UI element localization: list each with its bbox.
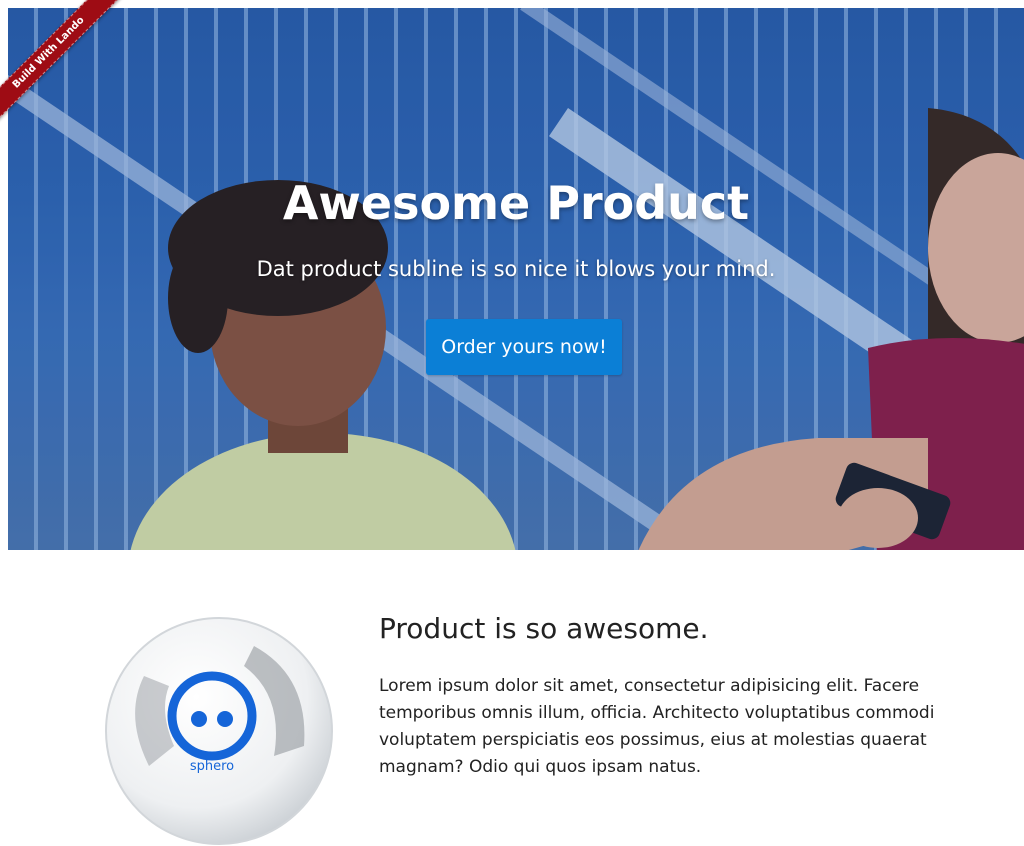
ribbon-label[interactable]: Build With Lando <box>0 0 124 128</box>
sphero-logo-text: sphero <box>190 759 234 774</box>
hero-subline: Dat product subline is so nice it blows … <box>256 257 776 281</box>
order-now-button[interactable]: Order yours now! <box>426 319 622 375</box>
feature-title: Product is so awesome. <box>379 612 709 645</box>
feature-body: Lorem ipsum dolor sit amet, consectetur … <box>379 676 935 777</box>
sphero-product-image: sphero <box>105 617 333 845</box>
build-with-lando-ribbon[interactable]: Build With Lando <box>0 0 150 150</box>
hero-section: Awesome Product Dat product subline is s… <box>8 8 1024 550</box>
hero-title: Awesome Product <box>282 176 750 230</box>
